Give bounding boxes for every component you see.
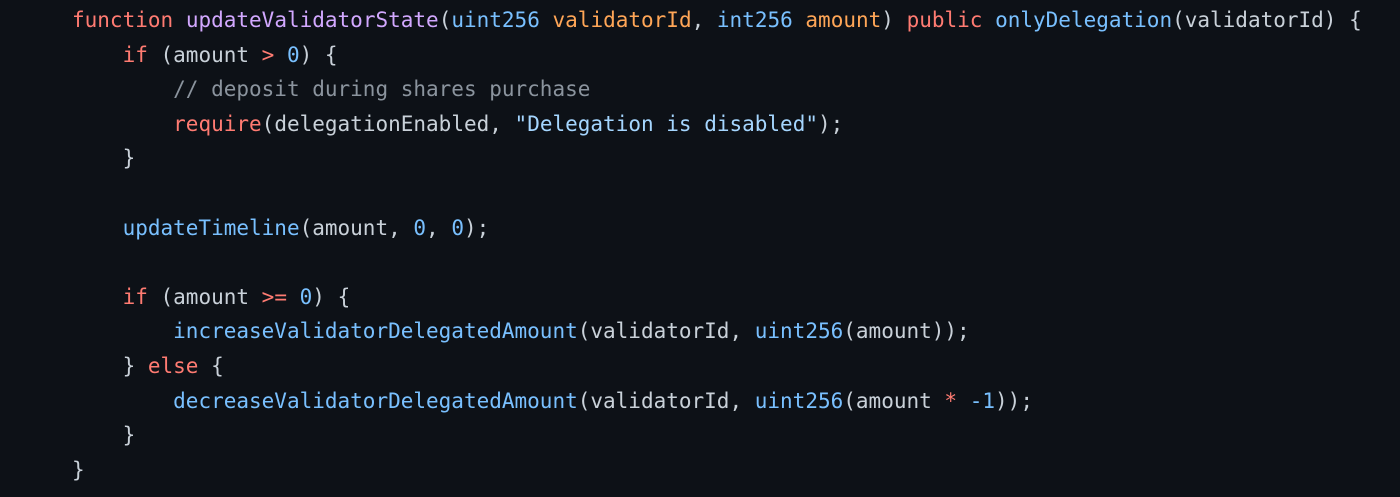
punctuation-token: (delegationEnabled, — [261, 111, 515, 136]
code-line: increaseValidatorDelegatedAmount(validat… — [72, 314, 1362, 349]
code-line: updateTimeline(amount, 0, 0); — [72, 211, 1362, 246]
punctuation-token — [173, 8, 186, 32]
punctuation-token: ( — [438, 8, 452, 32]
punctuation-token — [793, 8, 806, 32]
punctuation-token: , — [426, 215, 452, 240]
punctuation-token — [287, 285, 300, 309]
punctuation-token: ); — [464, 215, 490, 240]
function-call-token: updateTimeline — [122, 215, 300, 240]
type-token: uint256 — [754, 319, 844, 344]
keyword-token: if — [122, 284, 148, 309]
punctuation-token — [540, 8, 553, 32]
code-line: } — [72, 141, 1362, 176]
number-token: 0 — [299, 284, 313, 309]
punctuation-token: (validatorId) { — [1172, 8, 1362, 32]
punctuation-token: (amount — [147, 42, 262, 67]
modifier-token: onlyDelegation — [995, 8, 1173, 32]
keyword-token: require — [173, 111, 262, 136]
punctuation-token — [72, 112, 173, 136]
code-line: } — [72, 453, 1362, 488]
punctuation-token: , — [691, 8, 717, 32]
code-line: } else { — [72, 349, 1362, 384]
string-token: "Delegation is disabled" — [514, 111, 818, 136]
operator-token: * — [944, 388, 958, 413]
punctuation-token — [274, 43, 287, 67]
code-editor: function updateValidatorState(uint256 va… — [0, 0, 1400, 497]
punctuation-token: ) { — [299, 42, 338, 67]
punctuation-token: ); — [817, 111, 844, 136]
punctuation-token: (amount — [147, 284, 262, 309]
punctuation-token — [72, 285, 123, 309]
punctuation-token: ) { — [312, 284, 351, 309]
punctuation-token — [982, 8, 995, 32]
code-line: require(delegationEnabled, "Delegation i… — [72, 107, 1362, 142]
punctuation-token: ) — [881, 8, 907, 32]
punctuation-token: } — [72, 457, 85, 482]
type-token: int256 — [716, 8, 793, 32]
code-line: } — [72, 418, 1362, 453]
parameter-token: amount — [805, 8, 882, 32]
number-token: 0 — [451, 215, 464, 240]
code-line: decreaseValidatorDelegatedAmount(validat… — [72, 384, 1362, 419]
function-call-token: decreaseValidatorDelegatedAmount — [173, 388, 578, 413]
code-line: if (amount > 0) { — [72, 38, 1362, 73]
function-name-token: updateValidatorState — [185, 8, 439, 32]
punctuation-token: (amount)); — [843, 319, 970, 344]
punctuation-token — [957, 389, 970, 413]
punctuation-token: } — [72, 353, 148, 378]
punctuation-token: (validatorId, — [577, 319, 755, 344]
punctuation-token — [72, 43, 123, 67]
number-token: 0 — [413, 215, 427, 240]
keyword-token: function — [72, 8, 174, 32]
punctuation-token: (amount — [843, 388, 945, 413]
punctuation-token: { — [198, 353, 224, 378]
code-line: ​ — [72, 245, 1362, 280]
punctuation-token: } — [72, 146, 136, 171]
type-token: uint256 — [451, 8, 540, 32]
type-token: uint256 — [754, 388, 844, 413]
function-call-token: increaseValidatorDelegatedAmount — [173, 319, 578, 344]
keyword-token: else — [147, 353, 199, 378]
punctuation-token — [72, 77, 173, 101]
operator-token: > — [261, 42, 275, 67]
operator-token: >= — [261, 284, 287, 309]
keyword-token: if — [122, 42, 148, 67]
number-token: -1 — [969, 388, 996, 413]
punctuation-token — [72, 389, 173, 413]
code-line: function updateValidatorState(uint256 va… — [72, 3, 1362, 38]
parameter-token: validatorId — [552, 8, 692, 32]
code-line: if (amount >= 0) { — [72, 280, 1362, 315]
punctuation-token: } — [72, 423, 136, 448]
number-token: 0 — [286, 42, 300, 67]
punctuation-token — [72, 319, 173, 343]
punctuation-token: (amount, — [299, 215, 414, 240]
punctuation-token: (validatorId, — [577, 388, 755, 413]
code-line: ​ — [72, 176, 1362, 211]
code-block[interactable]: function updateValidatorState(uint256 va… — [72, 3, 1362, 487]
comment-token: // deposit during shares purchase — [173, 77, 591, 102]
keyword-token: public — [906, 8, 983, 32]
punctuation-token: )); — [995, 388, 1033, 413]
punctuation-token — [72, 216, 123, 240]
code-line: // deposit during shares purchase — [72, 72, 1362, 107]
